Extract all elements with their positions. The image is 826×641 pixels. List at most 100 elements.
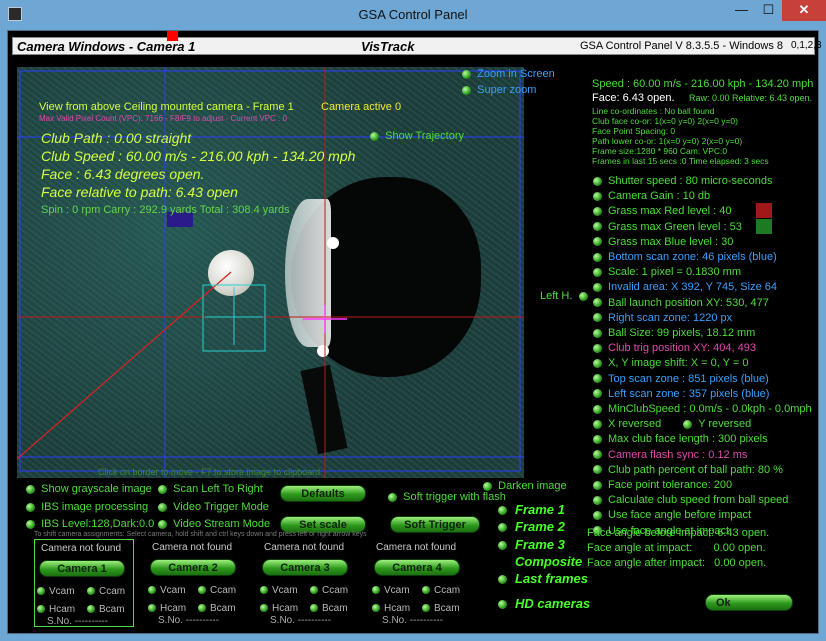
camera-panel: Camera not found Camera 2 Vcam Ccam Hcam Bcam… <box>146 539 246 627</box>
video-stream-toggle[interactable]: Video Stream Mode <box>158 518 270 530</box>
minimize-button[interactable]: — <box>728 0 755 21</box>
close-button[interactable]: ✕ <box>782 0 826 21</box>
led-icon <box>198 604 206 613</box>
ok-button[interactable]: Ok <box>705 594 793 611</box>
video-trigger-toggle[interactable]: Video Trigger Mode <box>158 501 269 513</box>
soft-trigger-flash-toggle[interactable]: Soft trigger with flash <box>388 491 506 503</box>
vcam-toggle[interactable]: Vcam <box>37 586 75 597</box>
frame-option[interactable]: Frame 1 <box>498 502 565 517</box>
raw-info: Raw: 0.00 Relative: 6.43 open. <box>689 93 813 103</box>
bcam-toggle[interactable]: Bcam <box>422 603 460 614</box>
frame-option[interactable]: Composite <box>498 554 582 569</box>
setting-item[interactable]: Grass max Blue level : 30 <box>593 236 733 248</box>
setting-item[interactable]: Ball Size: 99 pixels, 18.12 mm <box>593 327 755 339</box>
show-trajectory-toggle[interactable]: Show Trajectory <box>370 130 464 142</box>
hcam-toggle[interactable]: Hcam <box>372 603 410 614</box>
ccam-toggle[interactable]: Ccam <box>310 585 348 596</box>
hcam-toggle[interactable]: Hcam <box>148 603 186 614</box>
setting-item[interactable]: Use face angle before impact <box>593 509 751 521</box>
led-icon <box>198 586 206 595</box>
hcam-toggle[interactable]: Hcam <box>37 604 75 615</box>
color-swatch <box>756 218 772 234</box>
setting-item[interactable]: Scale: 1 pixel = 0.1830 mm <box>593 266 741 278</box>
camera-1-button[interactable]: Camera 1 <box>39 560 125 577</box>
vcam-toggle[interactable]: Vcam <box>148 585 186 596</box>
bcam-toggle[interactable]: Bcam <box>198 603 236 614</box>
setting-item[interactable]: Grass max Green level : 53 <box>593 221 742 233</box>
ccam-label: Ccam <box>322 585 349 596</box>
zoom-in-label: Zoom in Screen <box>477 68 555 80</box>
setting-item[interactable]: Face point tolerance: 200 <box>593 479 732 491</box>
vcam-toggle[interactable]: Vcam <box>372 585 410 596</box>
title-bar: GSA Control Panel — ☐ ✕ <box>0 0 826 30</box>
frame-option[interactable]: Frame 2 <box>498 519 565 534</box>
setting-label: Left scan zone : 357 pixels (blue) <box>608 387 770 400</box>
camera-2-button[interactable]: Camera 2 <box>150 559 236 576</box>
vcam-toggle[interactable]: Vcam <box>260 585 298 596</box>
ibs-level-toggle[interactable]: IBS Level:128,Dark:0.0 <box>26 518 154 530</box>
setting-item[interactable]: X, Y image shift: X = 0, Y = 0 <box>593 357 748 369</box>
setting-item[interactable]: Club path percent of ball path: 80 % <box>593 464 783 476</box>
setting-item[interactable]: Max club face length : 300 pixels <box>593 433 768 445</box>
setting-item[interactable]: Grass max Red level : 40 <box>593 205 732 217</box>
defaults-button[interactable]: Defaults <box>280 485 366 502</box>
ccam-toggle[interactable]: Ccam <box>422 585 460 596</box>
maximize-button[interactable]: ☐ <box>755 0 782 21</box>
setting-item[interactable]: Club trig position XY: 404, 493 <box>593 342 756 354</box>
ccam-toggle[interactable]: Ccam <box>87 586 125 597</box>
bcam-toggle[interactable]: Bcam <box>310 603 348 614</box>
super-zoom-toggle[interactable]: Super zoom <box>462 84 536 96</box>
vistrack-title: VisTrack <box>361 39 415 54</box>
led-icon <box>462 85 471 95</box>
led-icon <box>37 605 45 614</box>
led-icon <box>260 586 268 595</box>
vpc-label: Max Valid Pixel Count (VPC): 7166 - F8/F… <box>39 114 287 123</box>
setting-item[interactable]: Right scan zone: 1220 px <box>593 312 732 324</box>
serial-number: S.No. ---------- <box>270 615 332 626</box>
camera-view[interactable]: View from above Ceiling mounted camera -… <box>17 67 524 478</box>
led-icon <box>462 69 471 79</box>
setting-item[interactable]: Invalid area: X 392, Y 745, Size 64 <box>593 281 777 293</box>
led-icon <box>483 481 492 491</box>
frame-label: Frame 1 <box>515 502 565 517</box>
setting-item[interactable]: Camera Gain : 10 db <box>593 190 710 202</box>
led-icon <box>593 237 602 247</box>
bcam-label: Bcam <box>99 604 125 615</box>
version-label: GSA Control Panel V 8.3.5.5 - Windows 8 <box>580 40 783 52</box>
setting-item[interactable]: Ball launch position XY: 530, 477 <box>593 297 769 309</box>
setting-item[interactable]: Shutter speed : 80 micro-seconds <box>593 175 772 187</box>
setting-item[interactable]: Top scan zone : 851 pixels (blue) <box>593 373 769 385</box>
vcam-label: Vcam <box>49 586 75 597</box>
face-label: Face : 6.43 degrees open. <box>41 166 205 182</box>
scan-left-right-label: Scan Left To Right <box>173 483 263 495</box>
setting-item[interactable]: X reversed Y reversed <box>593 418 751 430</box>
bcam-toggle[interactable]: Bcam <box>87 604 125 615</box>
soft-trigger-button[interactable]: Soft Trigger <box>390 516 480 533</box>
scan-left-right-toggle[interactable]: Scan Left To Right <box>158 483 263 495</box>
debug-info-line: Frames in last 15 secs :0 Time elapsed: … <box>592 156 769 166</box>
camera-panel: Camera not found Camera 1 Vcam Ccam Hcam Bcam… <box>34 539 134 627</box>
frame-option[interactable]: Last frames <box>498 571 588 586</box>
grayscale-toggle[interactable]: Show grayscale image <box>26 483 152 495</box>
camera-4-button[interactable]: Camera 4 <box>374 559 460 576</box>
darken-image-toggle[interactable]: Darken image <box>483 480 567 492</box>
hcam-toggle[interactable]: Hcam <box>260 603 298 614</box>
setting-item[interactable]: Camera flash sync : 0.12 ms <box>593 449 747 461</box>
setting-item[interactable]: Calculate club speed from ball speed <box>593 494 788 506</box>
serial-number: S.No. ---------- <box>382 615 444 626</box>
ccam-toggle[interactable]: Ccam <box>198 585 236 596</box>
frame-option[interactable]: HD cameras <box>498 596 590 611</box>
setting-label: Right scan zone: 1220 px <box>608 311 733 324</box>
setting-label: Club path percent of ball path: 80 % <box>608 463 783 476</box>
camera-3-button[interactable]: Camera 3 <box>262 559 348 576</box>
vcam-label: Vcam <box>384 585 410 596</box>
ibs-processing-toggle[interactable]: IBS image processing <box>26 501 148 513</box>
setting-label: Max club face length : 300 pixels <box>608 433 768 446</box>
setting-label: X, Y image shift: X = 0, Y = 0 <box>608 357 749 370</box>
zoom-in-toggle[interactable]: Zoom in Screen <box>462 68 555 80</box>
setting-item[interactable]: Left scan zone : 357 pixels (blue) <box>593 388 769 400</box>
frame-option[interactable]: Frame 3 <box>498 537 565 552</box>
setting-item[interactable]: MinClubSpeed : 0.0m/s - 0.0kph - 0.0mph <box>593 403 812 415</box>
setting-item[interactable]: Bottom scan zone: 46 pixels (blue) <box>593 251 777 263</box>
left-h-toggle[interactable]: Left H. <box>540 290 589 302</box>
